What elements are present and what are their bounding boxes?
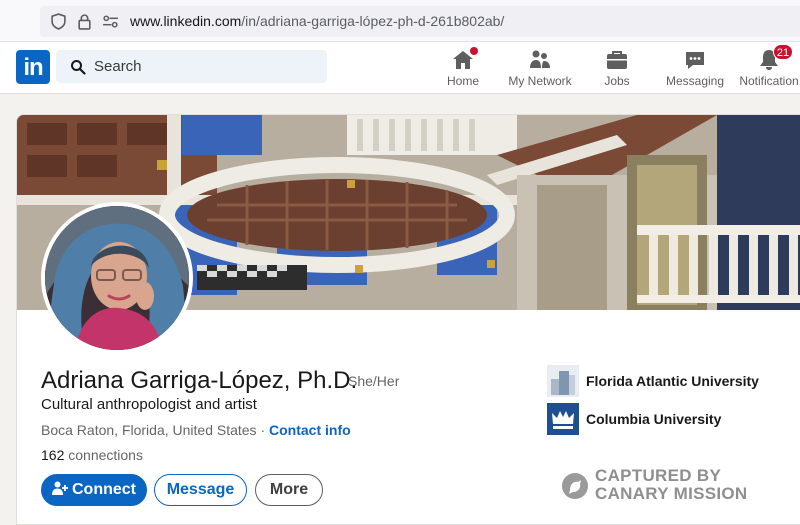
- nav-messaging-label: Messaging: [665, 74, 725, 88]
- notification-count-badge: 21: [773, 44, 793, 60]
- canary-bird-icon: [562, 473, 588, 499]
- messaging-icon: [683, 48, 707, 72]
- home-notification-dot: [468, 45, 480, 57]
- address-bar[interactable]: www.linkedin.com/in/adriana-garriga-lópe…: [40, 6, 800, 37]
- education-name: Florida Atlantic University: [586, 373, 759, 389]
- columbia-crown-logo: [547, 403, 579, 435]
- profile-location-line: Boca Raton, Florida, United States · Con…: [41, 422, 351, 438]
- canary-mission-watermark: CAPTURED BY CANARY MISSION: [562, 465, 752, 505]
- shield-icon[interactable]: [50, 13, 67, 30]
- url-text[interactable]: www.linkedin.com/in/adriana-garriga-lópe…: [130, 13, 504, 29]
- briefcase-icon: [605, 48, 629, 72]
- watermark-line-2: CANARY MISSION: [595, 484, 748, 503]
- connections-label: connections: [68, 447, 143, 463]
- add-person-icon: [52, 481, 68, 495]
- profile-location: Boca Raton, Florida, United States: [41, 422, 257, 438]
- fau-logo: [547, 365, 579, 397]
- search-input[interactable]: Search: [56, 50, 327, 83]
- more-button[interactable]: More: [255, 474, 323, 506]
- nav-my-network-label: My Network: [508, 74, 572, 88]
- nav-my-network[interactable]: My Network: [505, 46, 575, 92]
- location-separator: ·: [260, 422, 266, 438]
- nav-home[interactable]: Home: [440, 45, 486, 92]
- education-name: Columbia University: [586, 411, 722, 427]
- connect-button[interactable]: Connect: [41, 474, 147, 506]
- contact-info-link[interactable]: Contact info: [269, 422, 351, 438]
- profile-headline: Cultural anthropologist and artist: [41, 396, 257, 413]
- nav-jobs-label: Jobs: [604, 74, 630, 88]
- nav-messaging[interactable]: Messaging: [664, 46, 726, 92]
- profile-name: Adriana Garriga-López, Ph.D.: [41, 367, 358, 394]
- watermark-line-1: CAPTURED BY: [595, 466, 722, 485]
- home-icon: [451, 45, 480, 72]
- nav-home-label: Home: [446, 74, 479, 88]
- connections-count: 162: [41, 447, 65, 463]
- nav-notifications[interactable]: 21 Notification: [738, 44, 800, 92]
- connections-line: 162 connections: [41, 447, 143, 463]
- linkedin-logo[interactable]: in: [16, 50, 50, 84]
- lock-icon[interactable]: [76, 13, 93, 30]
- connect-button-label: Connect: [72, 481, 136, 498]
- search-icon: [71, 60, 86, 75]
- linkedin-navbar: in Search Home My Network Jobs Messaging…: [0, 42, 800, 94]
- message-button[interactable]: Message: [154, 474, 247, 506]
- bell-icon: 21: [757, 44, 793, 72]
- nav-notifications-label: Notification: [739, 74, 799, 88]
- profile-pronouns: She/Her: [348, 373, 400, 389]
- url-path: /in/adriana-garriga-lópez-ph-d-261b802ab…: [241, 13, 505, 29]
- browser-toolbar: www.linkedin.com/in/adriana-garriga-lópe…: [0, 0, 800, 42]
- profile-photo[interactable]: [41, 202, 193, 354]
- search-placeholder: Search: [94, 58, 142, 75]
- watermark-text: CAPTURED BY CANARY MISSION: [595, 467, 748, 503]
- url-host: www.linkedin.com: [130, 13, 242, 29]
- permissions-icon[interactable]: [102, 13, 119, 30]
- nav-jobs[interactable]: Jobs: [594, 46, 640, 92]
- avatar-portrait-illustration: [45, 206, 189, 350]
- profile-card: Adriana Garriga-López, Ph.D. She/Her Cul…: [16, 114, 800, 525]
- network-icon: [528, 48, 552, 72]
